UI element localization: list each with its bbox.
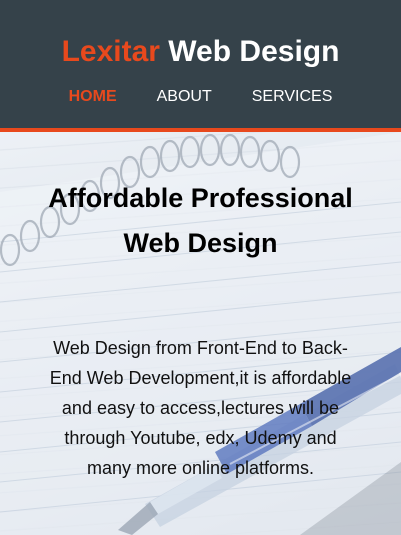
nav-about-link[interactable]: ABOUT (157, 86, 212, 108)
showcase-section: Affordable Professional Web Design Web D… (0, 132, 401, 535)
main-nav: HOME ABOUT SERVICES (0, 86, 401, 108)
brand-highlight: Lexitar (61, 35, 160, 68)
nav-services-link[interactable]: SERVICES (252, 86, 333, 108)
site-header: Lexitar Web Design HOME ABOUT SERVICES (0, 0, 401, 128)
site-brand: Lexitar Web Design (0, 34, 401, 70)
showcase-description: Web Design from Front-End to Back-End We… (49, 338, 352, 478)
nav-home-link[interactable]: HOME (69, 86, 117, 108)
showcase-title: Affordable Professional Web Design (48, 183, 353, 258)
brand-rest: Web Design (159, 35, 340, 68)
